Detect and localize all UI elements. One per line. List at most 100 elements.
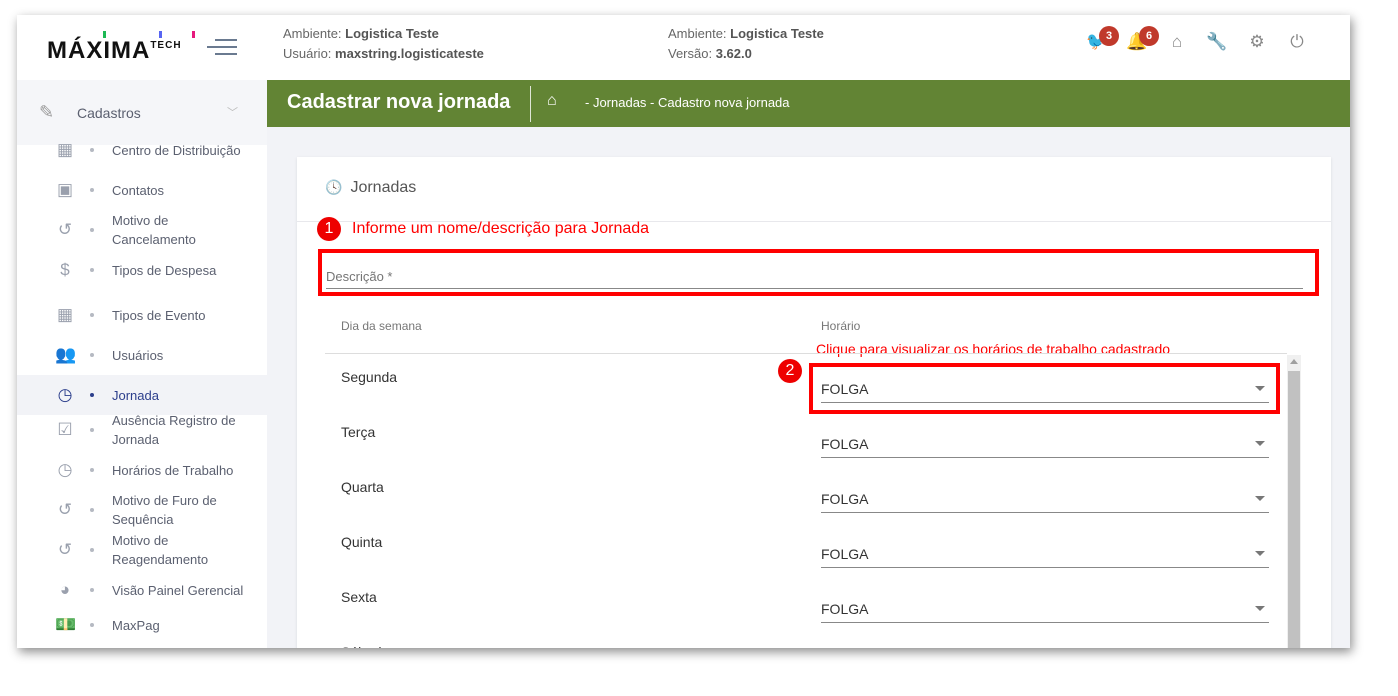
bullet	[90, 548, 94, 552]
gear-icon[interactable]: ⚙	[1245, 30, 1269, 54]
jornada-card: 🕓 Jornadas 1 Informe um nome/descrição pa…	[297, 157, 1331, 648]
dropdown-arrow-icon	[1255, 551, 1265, 556]
scrollbar[interactable]	[1287, 355, 1301, 648]
card-title: 🕓 Jornadas	[325, 179, 416, 197]
dropdown-arrow-icon	[1255, 496, 1265, 501]
sidebar-item-label: Ausência Registro de Jornada	[112, 413, 236, 447]
section-label: Cadastros	[77, 105, 141, 121]
alerts-badge: 3	[1099, 26, 1119, 46]
column-header-day: Dia da semana	[341, 319, 422, 333]
weekday-label: Segunda	[341, 369, 398, 385]
app-window: MÁXIMATECH Ambiente: Logistica Teste Usu…	[17, 15, 1350, 648]
home-icon[interactable]: ⌂	[1165, 30, 1189, 54]
sidebar-item-label: Contatos	[112, 182, 165, 198]
breadcrumb-home-icon[interactable]: ⌂	[547, 92, 557, 110]
sidebar-item[interactable]: ↺ Motivo de Reagendamento	[17, 530, 267, 570]
env-label: Ambiente:	[283, 26, 342, 41]
sidebar-item-label: Motivo de Reagendamento	[112, 533, 209, 567]
user-label: Usuário:	[283, 46, 332, 61]
undo-icon: ↺	[57, 220, 73, 239]
calendar-icon: ▦	[56, 305, 74, 324]
schedule-select[interactable]: FOLGA	[821, 430, 1269, 458]
annotation-number-1: 1	[317, 217, 341, 241]
scrollbar-thumb[interactable]	[1288, 371, 1300, 648]
sidebar-item-label: MaxPag	[112, 617, 160, 633]
menu-toggle-icon[interactable]	[207, 37, 237, 55]
selected-value: FOLGA	[821, 546, 869, 562]
building-icon: ▦	[56, 140, 74, 159]
sidebar-item-label: Visão Painel Gerencial	[112, 582, 244, 598]
sidebar-item[interactable]: ◕ Visão Painel Gerencial	[17, 570, 267, 610]
bullet	[90, 508, 94, 512]
undo-icon: ↺	[57, 540, 73, 559]
sidebar-item-label: Motivo de Furo de Sequência	[112, 493, 217, 527]
sidebar-item[interactable]: ◷ Jornada	[17, 375, 267, 415]
sidebar-item-label: Tipos de Evento	[112, 307, 206, 323]
sidebar-item-label: Tipos de Despesa	[112, 262, 217, 278]
weekday-label: Terça	[341, 424, 376, 440]
sidebar-item[interactable]: $ Tipos de Despesa	[17, 255, 267, 285]
sidebar-item[interactable]: ▦ Centro de Distribuição	[17, 130, 267, 170]
selected-value: FOLGA	[821, 491, 869, 507]
clock-icon: 🕓	[325, 179, 343, 195]
money-icon: 💵	[55, 615, 77, 634]
dollar-icon: $	[60, 260, 70, 279]
bullet	[90, 393, 94, 397]
bullet	[90, 268, 94, 272]
bullet	[90, 148, 94, 152]
weekday-label: Sábado	[341, 644, 389, 648]
sidebar-item-label: Jornada	[112, 387, 159, 403]
logo-sup: TECH	[150, 40, 182, 51]
divider	[530, 86, 531, 122]
selected-value: FOLGA	[821, 601, 869, 617]
scroll-up-arrow-icon[interactable]	[1290, 359, 1298, 364]
alert-bird-icon[interactable]: 🐦 3	[1085, 26, 1119, 54]
sidebar-item[interactable]: ☑ Ausência Registro de Jornada	[17, 410, 267, 450]
sidebar-item-label: Usuários	[112, 347, 164, 363]
env-value: Logistica Teste	[345, 26, 439, 41]
sidebar: ✎ Cadastros ﹀ ▦ Centro de Distribuição ▣…	[17, 80, 267, 648]
env2-label: Ambiente:	[668, 26, 727, 41]
bullet	[90, 468, 94, 472]
column-header-time: Horário	[821, 319, 861, 333]
logout-icon[interactable]: ⏻	[1285, 30, 1309, 54]
clock-icon: ◷	[57, 460, 73, 479]
schedule-select[interactable]: FOLGA	[821, 375, 1269, 403]
bullet	[90, 623, 94, 627]
sidebar-item[interactable]: ▣ Contatos	[17, 175, 267, 205]
version-value: 3.62.0	[715, 46, 752, 61]
dropdown-arrow-icon	[1255, 441, 1265, 446]
weekday-label: Sexta	[341, 589, 377, 605]
annotation-text-1: Informe um nome/descrição para Jornada	[352, 220, 650, 237]
sidebar-item-label: Horários de Trabalho	[112, 462, 234, 478]
sidebar-item[interactable]: ↺ Motivo de Furo de Sequência	[17, 490, 267, 530]
maxima-tech-logo[interactable]: MÁXIMATECH	[47, 31, 195, 65]
schedule-select[interactable]: FOLGA	[821, 540, 1269, 568]
schedule-select[interactable]: FOLGA	[821, 595, 1269, 623]
bullet	[90, 313, 94, 317]
bullet	[90, 353, 94, 357]
weekday-label: Quinta	[341, 534, 383, 550]
users-icon: 👥	[55, 345, 77, 364]
sidebar-item-label: Centro de Distribuição	[112, 142, 241, 158]
sidebar-item[interactable]: ◷ Horários de Trabalho	[17, 455, 267, 485]
dropdown-arrow-icon	[1255, 386, 1265, 391]
selected-value: FOLGA	[821, 436, 869, 452]
bullet	[90, 588, 94, 592]
sidebar-item[interactable]: 👥 Usuários	[17, 335, 267, 375]
annotation-number-2: 2	[778, 359, 802, 383]
bell-icon[interactable]: 🔔 6	[1125, 26, 1159, 54]
weekday-label: Quarta	[341, 479, 384, 495]
sidebar-item[interactable]: ▦ Tipos de Evento	[17, 295, 267, 335]
annotation-text-2: Clique para visualizar os horários de tr…	[816, 341, 1171, 357]
contact-book-icon: ▣	[56, 180, 74, 199]
sidebar-item[interactable]: ↺ Motivo de Cancelamento	[17, 210, 267, 250]
card-title-text: Jornadas	[350, 179, 417, 196]
breadcrumb[interactable]: - Jornadas - Cadastro nova jornada	[585, 95, 790, 110]
version-info: Ambiente: Logistica Teste Versão: 3.62.0	[668, 24, 824, 64]
description-input[interactable]	[326, 265, 1303, 289]
schedule-select[interactable]: FOLGA	[821, 485, 1269, 513]
wrench-icon[interactable]: 🔧	[1205, 30, 1229, 54]
divider	[325, 353, 1287, 354]
sidebar-item[interactable]: 💵 MaxPag	[17, 610, 267, 640]
